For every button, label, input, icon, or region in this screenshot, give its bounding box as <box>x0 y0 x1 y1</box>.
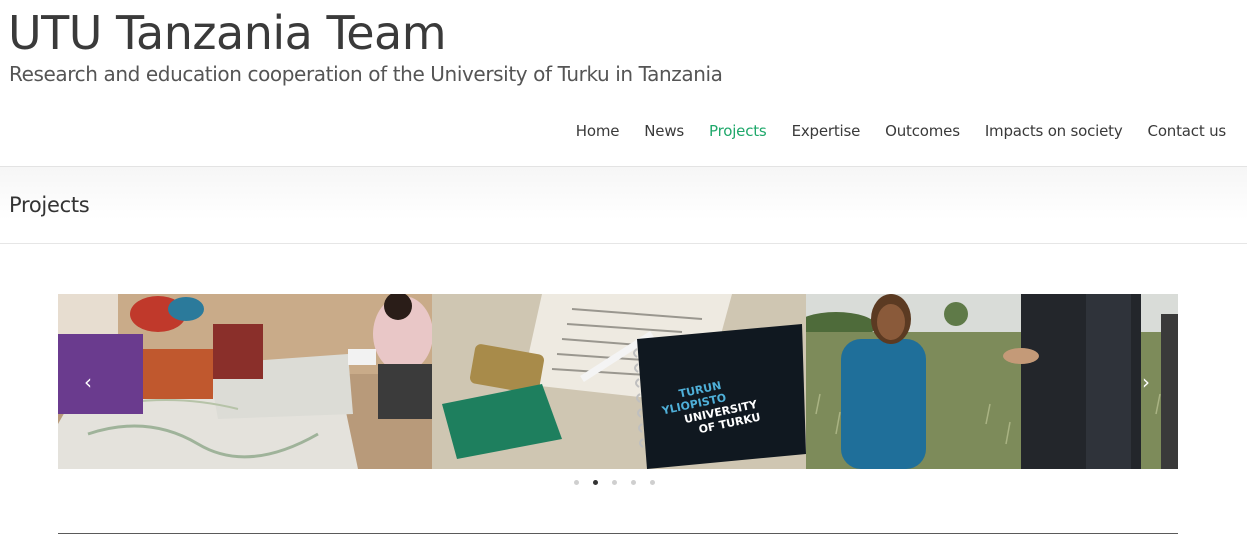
site-tagline: Research and education cooperation of th… <box>9 62 723 86</box>
carousel-slide-field-talk[interactable] <box>806 294 1178 469</box>
page-title: Projects <box>9 193 90 217</box>
nav-item-contact-us[interactable]: Contact us <box>1148 118 1227 144</box>
carousel-dots <box>574 480 655 485</box>
carousel-dot-2[interactable] <box>593 480 598 485</box>
nav-item-impacts-on-society[interactable]: Impacts on society <box>985 118 1123 144</box>
carousel-dot-4[interactable] <box>631 480 636 485</box>
carousel-next-button[interactable]: › <box>1136 372 1156 392</box>
chevron-right-icon: › <box>1142 370 1150 394</box>
carousel-slide-map-workshop[interactable] <box>58 294 432 469</box>
page-header: Projects <box>0 166 1247 244</box>
carousel-prev-button[interactable]: ‹ <box>78 372 98 392</box>
nav-item-projects[interactable]: Projects <box>709 118 767 144</box>
map-workshop-photo <box>58 294 432 469</box>
field-talk-photo <box>806 294 1178 469</box>
carousel-dot-1[interactable] <box>574 480 579 485</box>
nav-item-outcomes[interactable]: Outcomes <box>885 118 960 144</box>
nav-item-expertise[interactable]: Expertise <box>792 118 861 144</box>
main-nav: Home News Projects Expertise Outcomes Im… <box>551 118 1226 144</box>
chevron-left-icon: ‹ <box>84 370 92 394</box>
notebook-photo: TURUN YLIOPISTO UNIVERSITY OF TURKU <box>432 294 806 469</box>
nav-item-home[interactable]: Home <box>576 118 620 144</box>
image-carousel[interactable]: TURUN YLIOPISTO UNIVERSITY OF TURKU <box>58 294 1178 469</box>
carousel-dot-5[interactable] <box>650 480 655 485</box>
carousel-dot-3[interactable] <box>612 480 617 485</box>
nav-item-news[interactable]: News <box>644 118 684 144</box>
content-divider <box>58 533 1178 534</box>
site-title[interactable]: UTU Tanzania Team <box>8 4 447 62</box>
carousel-slide-notebook[interactable]: TURUN YLIOPISTO UNIVERSITY OF TURKU <box>432 294 806 469</box>
